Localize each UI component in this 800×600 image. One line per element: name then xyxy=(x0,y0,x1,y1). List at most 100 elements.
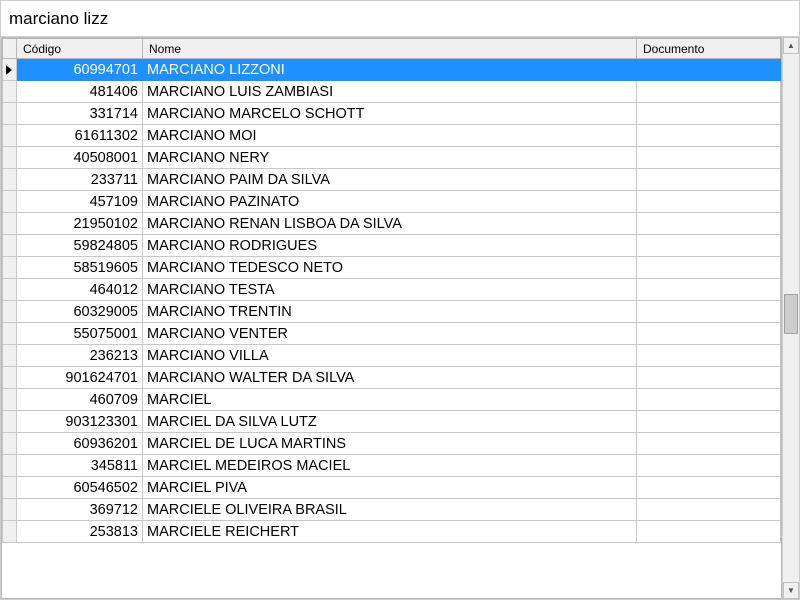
table-row[interactable]: 460709MARCIEL xyxy=(3,389,781,411)
table-row[interactable]: 60994701MARCIANO LIZZONI xyxy=(3,59,781,81)
table-row[interactable]: 233711MARCIANO PAIM DA SILVA xyxy=(3,169,781,191)
row-indicator xyxy=(3,235,17,257)
row-indicator xyxy=(3,213,17,235)
cell-nome: MARCIANO VENTER xyxy=(143,323,637,345)
scroll-down-arrow-icon[interactable]: ▼ xyxy=(783,582,799,599)
col-header-documento[interactable]: Documento xyxy=(637,39,781,59)
indicator-header xyxy=(3,39,17,59)
table-row[interactable]: 60936201MARCIEL DE LUCA MARTINS xyxy=(3,433,781,455)
col-header-nome[interactable]: Nome xyxy=(143,39,637,59)
row-indicator xyxy=(3,59,17,81)
cell-documento xyxy=(637,169,781,191)
row-indicator xyxy=(3,455,17,477)
cell-documento xyxy=(637,477,781,499)
table-row[interactable]: 40508001MARCIANO NERY xyxy=(3,147,781,169)
cell-documento xyxy=(637,301,781,323)
row-indicator xyxy=(3,433,17,455)
grid-area: Código Nome Documento 60994701MARCIANO L… xyxy=(1,37,799,599)
row-indicator xyxy=(3,521,17,543)
cell-nome: MARCIANO NERY xyxy=(143,147,637,169)
row-indicator xyxy=(3,169,17,191)
cell-nome: MARCIANO RENAN LISBOA DA SILVA xyxy=(143,213,637,235)
cell-nome: MARCIELE REICHERT xyxy=(143,521,637,543)
cell-codigo: 60994701 xyxy=(17,59,143,81)
cell-codigo: 58519605 xyxy=(17,257,143,279)
row-indicator xyxy=(3,323,17,345)
scroll-up-arrow-icon[interactable]: ▲ xyxy=(783,37,799,54)
row-indicator xyxy=(3,191,17,213)
cell-codigo: 345811 xyxy=(17,455,143,477)
cell-nome: MARCIANO LIZZONI xyxy=(143,59,637,81)
table-row[interactable]: 60546502MARCIEL PIVA xyxy=(3,477,781,499)
cell-nome: MARCIANO WALTER DA SILVA xyxy=(143,367,637,389)
cell-documento xyxy=(637,323,781,345)
lookup-window: Código Nome Documento 60994701MARCIANO L… xyxy=(0,0,800,600)
cell-documento xyxy=(637,191,781,213)
table-row[interactable]: 21950102MARCIANO RENAN LISBOA DA SILVA xyxy=(3,213,781,235)
scroll-track[interactable] xyxy=(783,54,799,582)
row-indicator xyxy=(3,345,17,367)
table-row[interactable]: 60329005MARCIANO TRENTIN xyxy=(3,301,781,323)
table-row[interactable]: 464012MARCIANO TESTA xyxy=(3,279,781,301)
table-row[interactable]: 55075001MARCIANO VENTER xyxy=(3,323,781,345)
search-input[interactable] xyxy=(7,8,793,30)
row-indicator xyxy=(3,499,17,521)
table-row[interactable]: 58519605MARCIANO TEDESCO NETO xyxy=(3,257,781,279)
table-row[interactable]: 481406MARCIANO LUIS ZAMBIASI xyxy=(3,81,781,103)
cell-codigo: 40508001 xyxy=(17,147,143,169)
cell-codigo: 253813 xyxy=(17,521,143,543)
cell-codigo: 61611302 xyxy=(17,125,143,147)
cell-codigo: 60936201 xyxy=(17,433,143,455)
cell-codigo: 903123301 xyxy=(17,411,143,433)
cell-nome: MARCIEL DE LUCA MARTINS xyxy=(143,433,637,455)
table-row[interactable]: 61611302MARCIANO MOI xyxy=(3,125,781,147)
row-indicator xyxy=(3,389,17,411)
cell-nome: MARCIANO TESTA xyxy=(143,279,637,301)
cell-nome: MARCIEL DA SILVA LUTZ xyxy=(143,411,637,433)
row-indicator xyxy=(3,367,17,389)
cell-documento xyxy=(637,367,781,389)
row-indicator xyxy=(3,301,17,323)
col-header-codigo[interactable]: Código xyxy=(17,39,143,59)
cell-codigo: 481406 xyxy=(17,81,143,103)
cell-codigo: 21950102 xyxy=(17,213,143,235)
table-row[interactable]: 457109MARCIANO PAZINATO xyxy=(3,191,781,213)
cell-nome: MARCIANO MOI xyxy=(143,125,637,147)
cell-codigo: 464012 xyxy=(17,279,143,301)
cell-codigo: 901624701 xyxy=(17,367,143,389)
row-indicator xyxy=(3,411,17,433)
table-row[interactable]: 901624701MARCIANO WALTER DA SILVA xyxy=(3,367,781,389)
cell-codigo: 59824805 xyxy=(17,235,143,257)
table-row[interactable]: 236213MARCIANO VILLA xyxy=(3,345,781,367)
table-row[interactable]: 59824805MARCIANO RODRIGUES xyxy=(3,235,781,257)
cell-codigo: 457109 xyxy=(17,191,143,213)
table-row[interactable]: 369712MARCIELE OLIVEIRA BRASIL xyxy=(3,499,781,521)
table-row[interactable]: 903123301MARCIEL DA SILVA LUTZ xyxy=(3,411,781,433)
cell-nome: MARCIANO TRENTIN xyxy=(143,301,637,323)
cell-documento xyxy=(637,433,781,455)
cell-documento xyxy=(637,125,781,147)
row-indicator xyxy=(3,147,17,169)
cell-documento xyxy=(637,59,781,81)
cell-codigo: 60329005 xyxy=(17,301,143,323)
table-row[interactable]: 253813MARCIELE REICHERT xyxy=(3,521,781,543)
cell-documento xyxy=(637,279,781,301)
row-indicator xyxy=(3,279,17,301)
cell-nome: MARCIANO PAZINATO xyxy=(143,191,637,213)
vertical-scrollbar[interactable]: ▲ ▼ xyxy=(782,37,799,599)
cell-codigo: 331714 xyxy=(17,103,143,125)
cell-documento xyxy=(637,235,781,257)
cell-documento xyxy=(637,81,781,103)
cell-nome: MARCIELE OLIVEIRA BRASIL xyxy=(143,499,637,521)
search-bar xyxy=(1,1,799,37)
cell-documento xyxy=(637,345,781,367)
row-indicator xyxy=(3,257,17,279)
row-indicator xyxy=(3,81,17,103)
cell-documento xyxy=(637,147,781,169)
scroll-thumb[interactable] xyxy=(784,294,798,334)
row-indicator xyxy=(3,125,17,147)
cell-codigo: 369712 xyxy=(17,499,143,521)
table-row[interactable]: 331714MARCIANO MARCELO SCHOTT xyxy=(3,103,781,125)
data-grid[interactable]: Código Nome Documento 60994701MARCIANO L… xyxy=(1,37,782,599)
table-row[interactable]: 345811MARCIEL MEDEIROS MACIEL xyxy=(3,455,781,477)
